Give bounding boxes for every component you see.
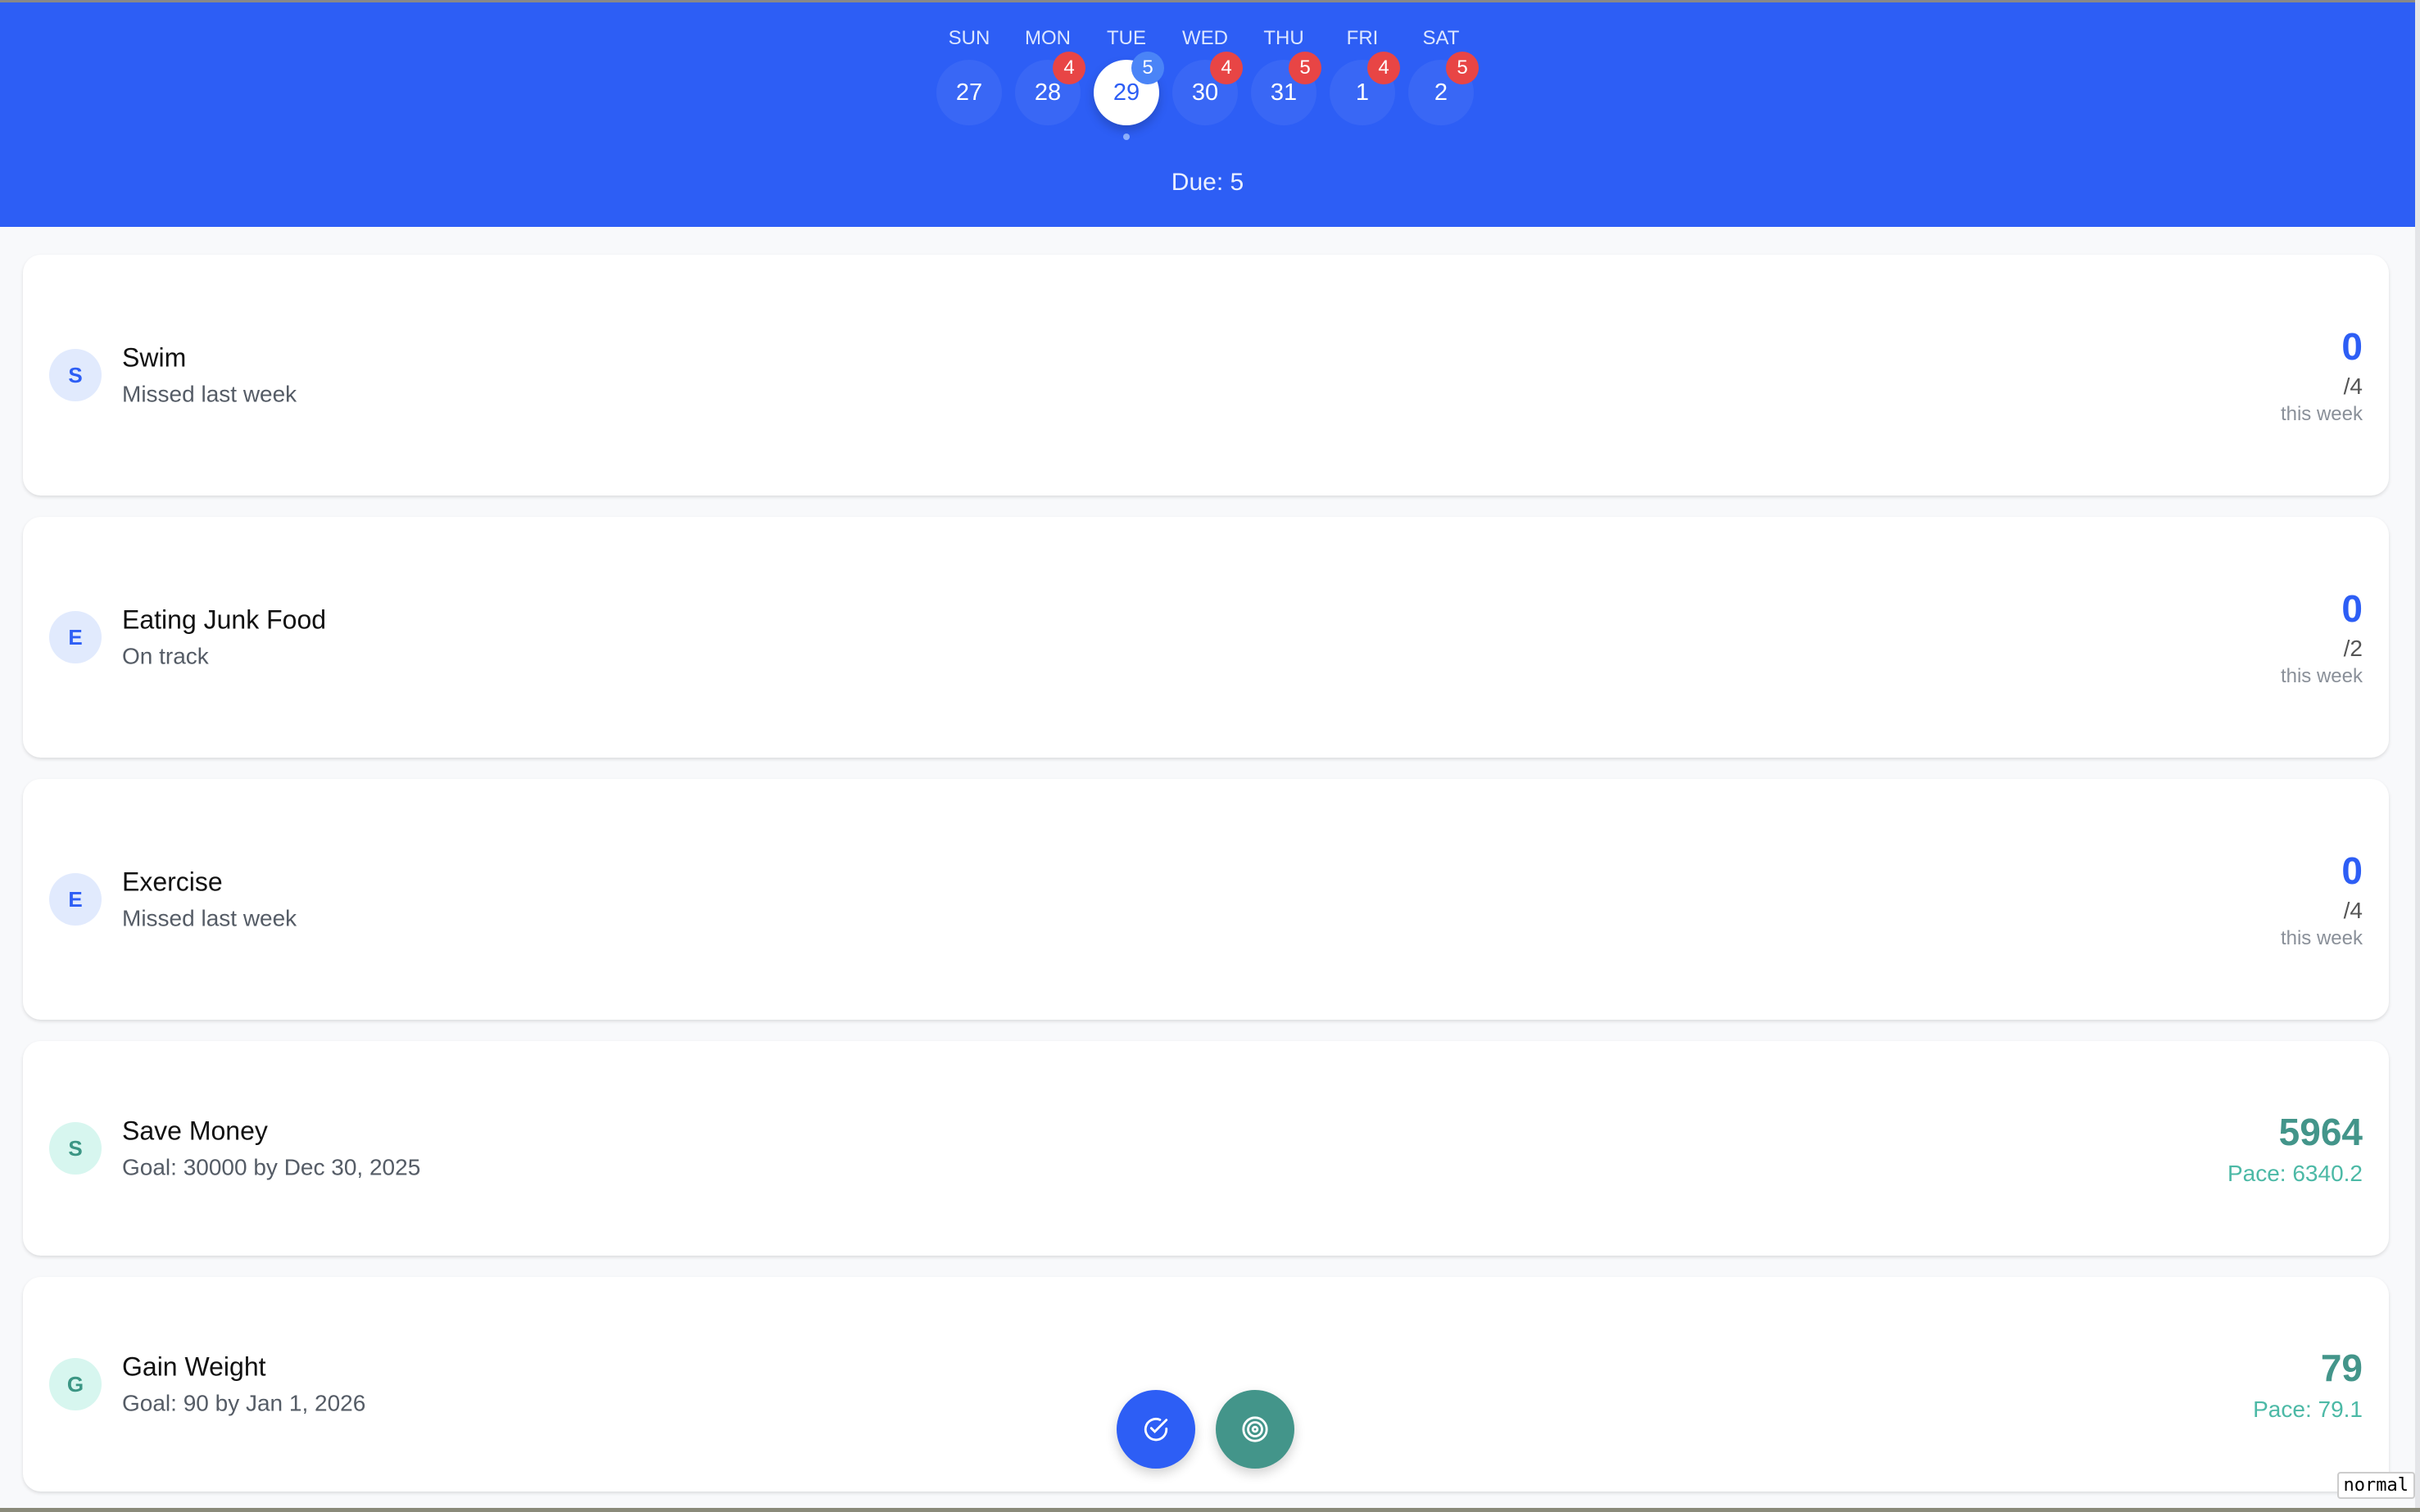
day-date: 1 [1355, 79, 1370, 106]
item-target: /4 [2343, 373, 2363, 399]
goal-card[interactable]: S Save Money Goal: 30000 by Dec 30, 2025 … [23, 1041, 2389, 1256]
habit-card[interactable]: E Eating Junk Food On track 0 /2 this week [23, 517, 2389, 758]
item-pace: Pace: 6340.2 [2227, 1161, 2363, 1186]
scrollbar[interactable] [2415, 0, 2420, 1512]
day-label: TUE [1107, 27, 1146, 49]
day-label: SAT [1422, 27, 1460, 49]
day-date: 29 [1113, 79, 1140, 106]
item-count: 0 [2341, 325, 2363, 368]
item-pace: Pace: 79.1 [2253, 1397, 2363, 1422]
window-edge [0, 1508, 2420, 1512]
day-date-button[interactable]: 28 4 [1015, 52, 1085, 125]
item-count: 79 [2320, 1347, 2363, 1389]
habit-card[interactable]: S Swim Missed last week 0 /4 this week [23, 255, 2389, 496]
day-label: WED [1182, 27, 1228, 49]
item-target: /4 [2343, 898, 2363, 923]
day-date-button[interactable]: 14 [1330, 52, 1400, 125]
day-label: FRI [1346, 27, 1379, 49]
item-period: this week [2280, 927, 2363, 949]
day-sat[interactable]: SAT 25 [1404, 27, 1479, 125]
due-badge: 5 [1446, 52, 1479, 84]
day-date: 2 [1434, 79, 1448, 106]
avatar: E [49, 873, 102, 926]
goal-card[interactable]: G Gain Weight Goal: 90 by Jan 1, 2026 79 … [23, 1277, 2389, 1492]
item-status: On track [122, 643, 209, 669]
day-date: 28 [1034, 79, 1062, 106]
selected-dot [1123, 134, 1130, 140]
add-goal-button[interactable] [1216, 1390, 1294, 1469]
day-mon[interactable]: MON 28 4 [1011, 27, 1085, 125]
day-label: SUN [948, 27, 990, 49]
due-badge: 5 [1289, 52, 1321, 84]
item-period: this week [2280, 403, 2363, 425]
day-date: 27 [955, 79, 983, 106]
item-title: Swim [122, 342, 187, 373]
item-title: Eating Junk Food [122, 604, 327, 635]
mode-indicator: normal [2336, 1472, 2415, 1499]
day-fri[interactable]: FRI 14 [1326, 27, 1400, 125]
week-header: Due: 5 SUN 27 MON 28 4 TUE 29 5 WED 30 4 THU 31… [0, 0, 2415, 227]
due-badge: 4 [1053, 52, 1085, 84]
item-period: this week [2280, 665, 2363, 687]
item-status: Missed last week [122, 381, 297, 407]
item-status: Missed last week [122, 905, 297, 931]
day-date-button[interactable]: 30 4 [1172, 52, 1243, 125]
avatar: S [49, 1122, 102, 1175]
day-date-button[interactable]: 29 5 [1094, 52, 1164, 125]
day-tue[interactable]: TUE 29 5 [1090, 27, 1164, 140]
target-icon [1242, 1416, 1268, 1442]
day-sun[interactable]: SUN 27 [932, 27, 1006, 125]
item-status: Goal: 30000 by Dec 30, 2025 [122, 1154, 421, 1180]
due-count: Due: 5 [1171, 169, 1244, 196]
item-count: 5964 [2278, 1111, 2363, 1153]
due-badge: 5 [1131, 52, 1164, 84]
due-badge: 4 [1210, 52, 1243, 84]
day-label: MON [1025, 27, 1071, 49]
item-title: Gain Weight [122, 1351, 266, 1382]
item-status: Goal: 90 by Jan 1, 2026 [122, 1390, 366, 1416]
avatar: E [49, 611, 102, 663]
day-date-button[interactable]: 25 [1408, 52, 1479, 125]
due-badge: 4 [1367, 52, 1400, 84]
day-date: 30 [1191, 79, 1219, 106]
item-title: Save Money [122, 1116, 268, 1146]
day-label: THU [1263, 27, 1304, 49]
item-count: 0 [2341, 587, 2363, 630]
day-wed[interactable]: WED 30 4 [1168, 27, 1243, 125]
habit-card[interactable]: E Exercise Missed last week 0 /4 this week [23, 779, 2389, 1020]
item-target: /2 [2343, 636, 2363, 661]
add-habit-button[interactable] [1117, 1390, 1195, 1469]
check-circle-icon [1144, 1417, 1168, 1442]
day-date-button[interactable]: 31 5 [1251, 52, 1321, 125]
day-thu[interactable]: THU 31 5 [1247, 27, 1321, 125]
item-title: Exercise [122, 867, 223, 897]
day-date-button[interactable]: 27 [936, 60, 1002, 125]
item-count: 0 [2341, 849, 2363, 892]
avatar: G [49, 1358, 102, 1410]
avatar: S [49, 349, 102, 401]
day-date: 31 [1270, 79, 1298, 106]
